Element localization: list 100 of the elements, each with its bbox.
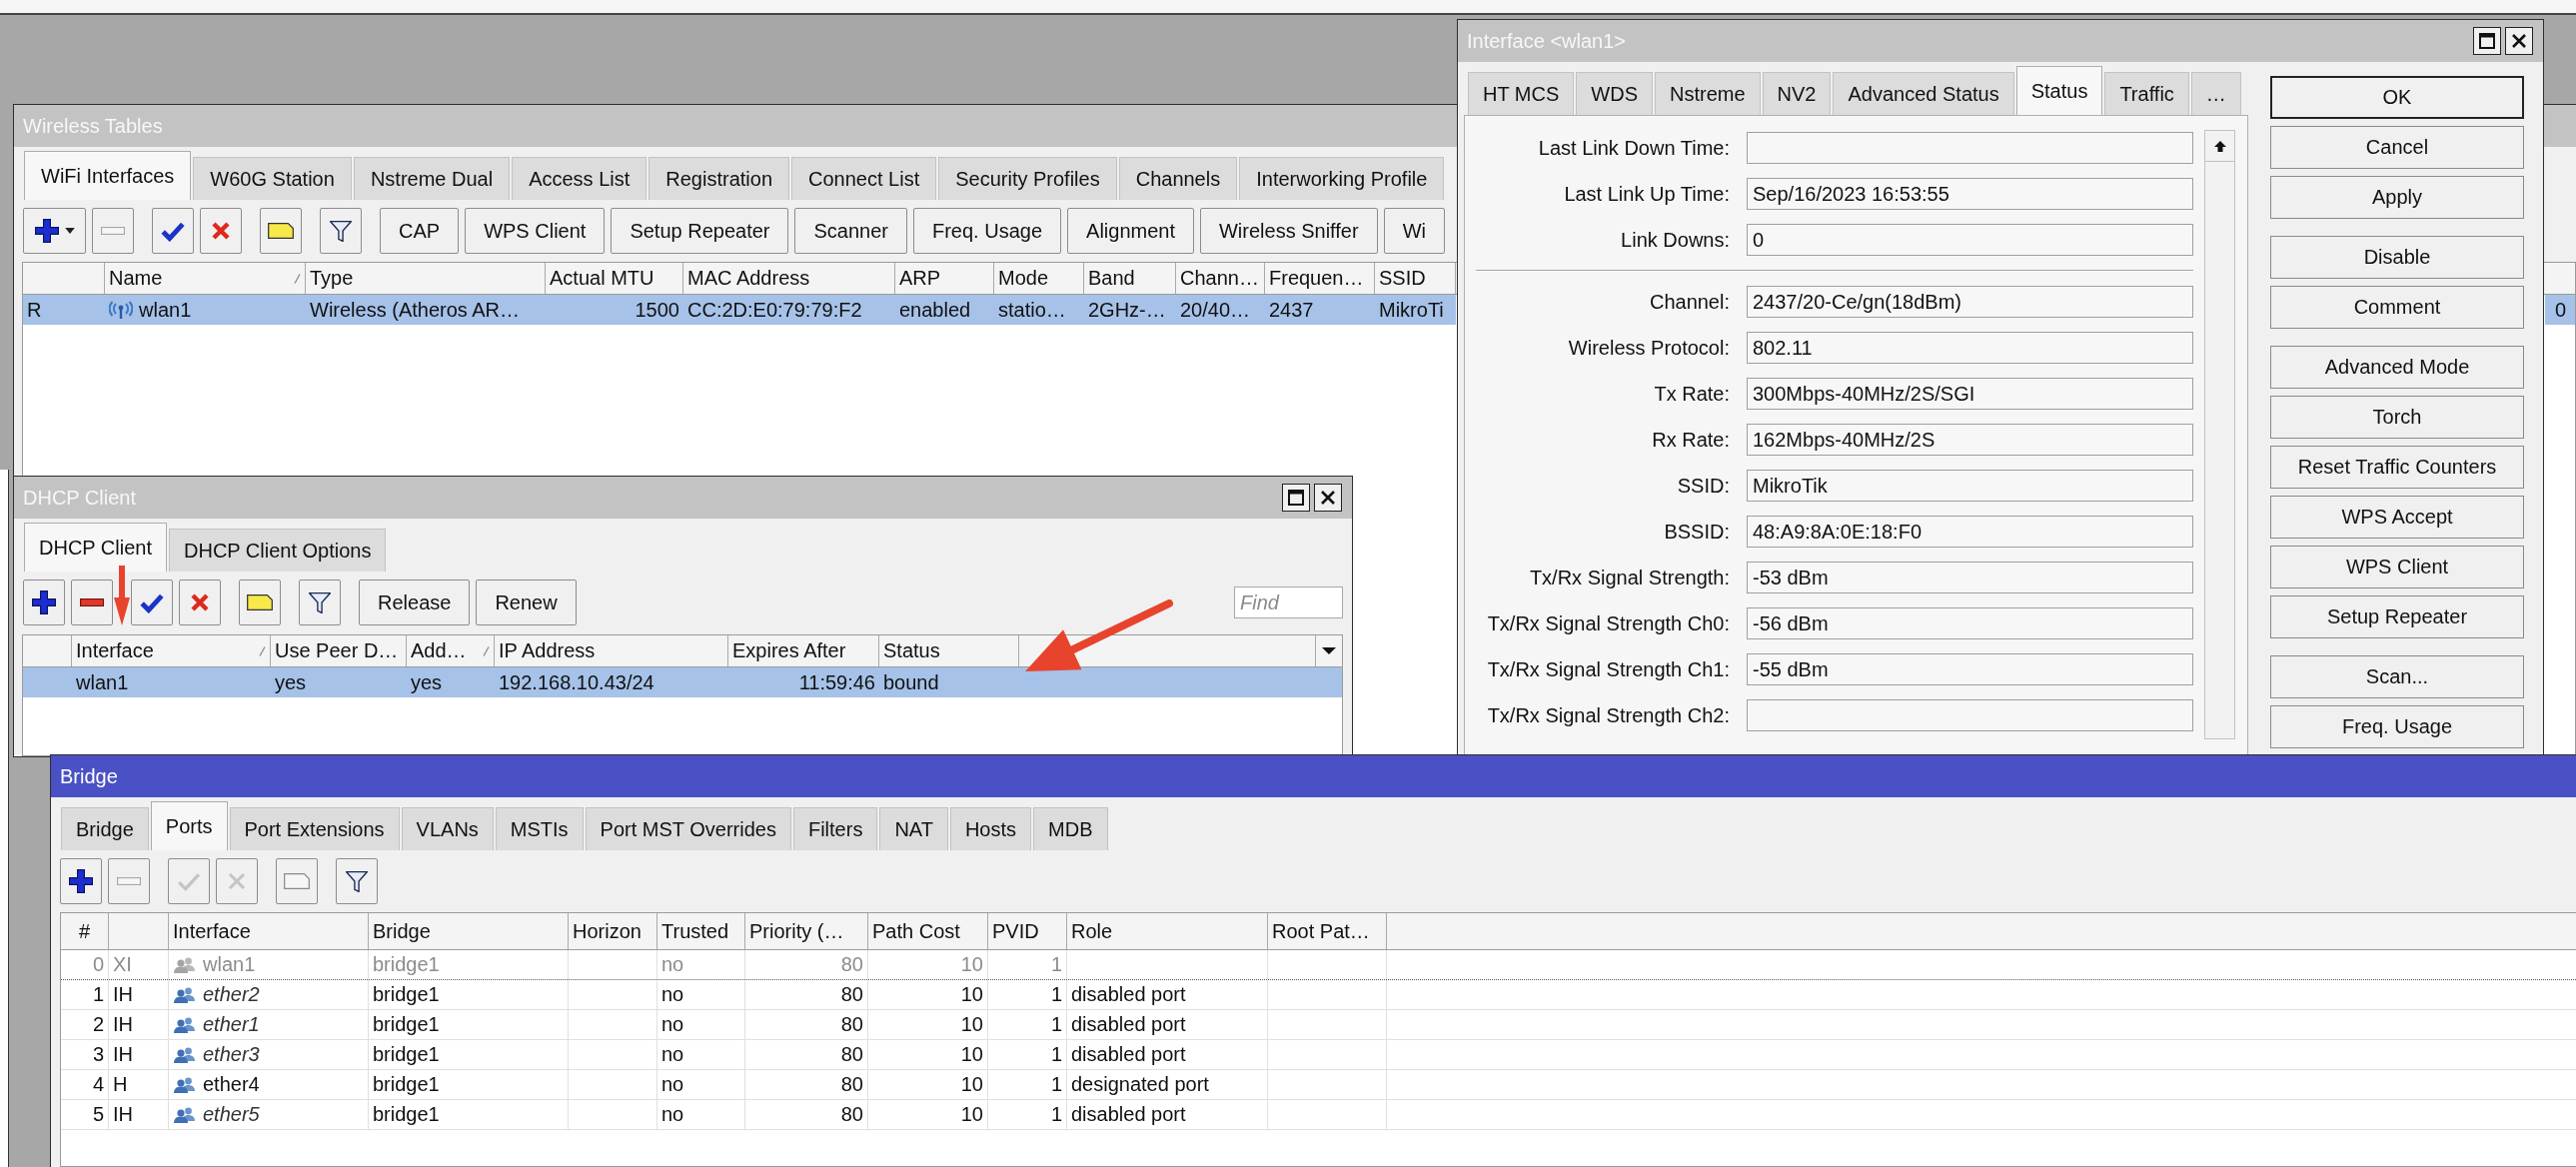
- tab[interactable]: HT MCS: [1468, 72, 1575, 115]
- dialog-button[interactable]: Setup Repeater: [2270, 595, 2524, 638]
- tab[interactable]: Bridge: [61, 807, 149, 850]
- column-header[interactable]: Frequen…: [1265, 263, 1375, 294]
- comment-button[interactable]: [260, 208, 302, 254]
- column-header[interactable]: Horizon: [569, 913, 657, 949]
- dialog-button[interactable]: Cancel: [2270, 126, 2524, 169]
- add-button[interactable]: [23, 208, 86, 254]
- column-header[interactable]: Name: [105, 263, 306, 294]
- text-field[interactable]: -56 dBm: [1747, 607, 2193, 639]
- column-header[interactable]: Band: [1084, 263, 1176, 294]
- tab[interactable]: Access List: [512, 157, 647, 200]
- text-field[interactable]: [1747, 132, 2193, 164]
- dialog-button[interactable]: Comment: [2270, 286, 2524, 329]
- scrollbar[interactable]: [2204, 130, 2235, 739]
- column-header[interactable]: MAC Address: [683, 263, 895, 294]
- text-field[interactable]: 802.11: [1747, 332, 2193, 364]
- toolbar-button[interactable]: WPS Client: [465, 208, 606, 254]
- text-field[interactable]: -55 dBm: [1747, 653, 2193, 685]
- tab[interactable]: Nstreme Dual: [353, 157, 511, 200]
- table-row[interactable]: R wlan1 Wireless (Atheros AR… 1500 CC:2D:E0:79:79:F2 enabled statio… 2GHz-… 20/40… 2437 MikroTi: [23, 295, 1456, 325]
- text-field[interactable]: MikroTik: [1747, 470, 2193, 502]
- toolbar-button[interactable]: Renew: [476, 580, 577, 625]
- column-header[interactable]: IP Address: [495, 635, 728, 666]
- tab[interactable]: Nstreme: [1655, 72, 1761, 115]
- tab[interactable]: DHCP Client: [24, 523, 167, 572]
- table-row[interactable]: 5 IH ether5 bridge1 no 80 10 1 disabled port: [61, 1100, 2576, 1130]
- tab[interactable]: MDB: [1033, 807, 1108, 850]
- toolbar-button[interactable]: Wi: [1383, 208, 1445, 254]
- toolbar-button[interactable]: Alignment: [1067, 208, 1194, 254]
- filter-button[interactable]: [336, 858, 378, 904]
- tab[interactable]: Connect List: [791, 157, 937, 200]
- column-header[interactable]: Expires After: [728, 635, 879, 666]
- tab[interactable]: MSTIs: [495, 807, 584, 850]
- text-field[interactable]: 0: [1747, 224, 2193, 256]
- dialog-button[interactable]: WPS Accept: [2270, 496, 2524, 539]
- maximize-button[interactable]: [1282, 484, 1310, 512]
- tab[interactable]: …: [2190, 72, 2241, 115]
- remove-button[interactable]: [71, 580, 113, 625]
- column-header[interactable]: Interface: [72, 635, 271, 666]
- enable-button[interactable]: [152, 208, 194, 254]
- tab[interactable]: Registration: [648, 157, 789, 200]
- table-row[interactable]: wlan1 yes yes 192.168.10.43/24 11:59:46 bound: [23, 667, 1342, 697]
- close-button[interactable]: [1314, 484, 1342, 512]
- text-field[interactable]: 48:A9:8A:0E:18:F0: [1747, 516, 2193, 548]
- column-header[interactable]: Path Cost: [868, 913, 988, 949]
- column-header[interactable]: Status: [879, 635, 1019, 666]
- column-header[interactable]: Chann…: [1176, 263, 1265, 294]
- tab[interactable]: Port MST Overrides: [585, 807, 791, 850]
- column-header[interactable]: Mode: [994, 263, 1084, 294]
- tab[interactable]: Filters: [792, 807, 878, 850]
- dialog-button[interactable]: Torch: [2270, 396, 2524, 439]
- dialog-button[interactable]: Freq. Usage: [2270, 705, 2524, 748]
- column-header[interactable]: Bridge: [369, 913, 569, 949]
- disable-button[interactable]: [179, 580, 221, 625]
- close-button[interactable]: [2505, 27, 2533, 55]
- column-header[interactable]: Trusted: [657, 913, 745, 949]
- tab[interactable]: Hosts: [949, 807, 1032, 850]
- dialog-button[interactable]: Reset Traffic Counters: [2270, 446, 2524, 489]
- tab[interactable]: Traffic: [2104, 72, 2189, 115]
- find-field[interactable]: Find: [1234, 586, 1343, 618]
- tab[interactable]: Port Extensions: [229, 807, 400, 850]
- text-field[interactable]: 162Mbps-40MHz/2S: [1747, 424, 2193, 456]
- toolbar-button[interactable]: CAP: [380, 208, 460, 254]
- tab[interactable]: WiFi Interfaces: [24, 151, 192, 200]
- toolbar-button[interactable]: Wireless Sniffer: [1200, 208, 1378, 254]
- tab[interactable]: VLANs: [401, 807, 494, 850]
- maximize-button[interactable]: [2473, 27, 2501, 55]
- dialog-button[interactable]: Scan...: [2270, 655, 2524, 698]
- toolbar-button[interactable]: Freq. Usage: [913, 208, 1062, 254]
- column-header[interactable]: Actual MTU: [546, 263, 683, 294]
- table-row[interactable]: 3 IH ether3 bridge1 no 80 10 1 disabled port: [61, 1040, 2576, 1070]
- enable-button[interactable]: [131, 580, 173, 625]
- text-field[interactable]: [1747, 699, 2193, 731]
- tab[interactable]: Ports: [150, 801, 228, 850]
- table-row[interactable]: 4 H ether4 bridge1 no 80 10 1 designated port: [61, 1070, 2576, 1100]
- dialog-button[interactable]: Apply: [2270, 176, 2524, 219]
- dialog-button[interactable]: WPS Client: [2270, 546, 2524, 588]
- column-header[interactable]: ARP: [895, 263, 994, 294]
- tab[interactable]: W60G Station: [193, 157, 352, 200]
- column-header[interactable]: Add…: [407, 635, 495, 666]
- tab[interactable]: Interworking Profile: [1239, 157, 1445, 200]
- tab[interactable]: NV2: [1762, 72, 1832, 115]
- toolbar-button[interactable]: Setup Repeater: [611, 208, 789, 254]
- dialog-button[interactable]: OK: [2270, 76, 2524, 119]
- column-header[interactable]: Use Peer D…: [271, 635, 407, 666]
- column-header[interactable]: PVID: [988, 913, 1067, 949]
- toolbar-button[interactable]: Scanner: [794, 208, 907, 254]
- add-button[interactable]: [60, 858, 102, 904]
- dialog-button[interactable]: Advanced Mode: [2270, 346, 2524, 389]
- toolbar-button[interactable]: Release: [359, 580, 471, 625]
- disable-button[interactable]: [200, 208, 242, 254]
- text-field[interactable]: Sep/16/2023 16:53:55: [1747, 178, 2193, 210]
- column-header[interactable]: Interface: [169, 913, 369, 949]
- tab[interactable]: Security Profiles: [938, 157, 1117, 200]
- column-header[interactable]: SSID: [1375, 263, 1456, 294]
- tab[interactable]: NAT: [879, 807, 948, 850]
- tab[interactable]: WDS: [1576, 72, 1653, 115]
- dialog-button[interactable]: Disable: [2270, 236, 2524, 279]
- tab[interactable]: DHCP Client Options: [169, 529, 387, 572]
